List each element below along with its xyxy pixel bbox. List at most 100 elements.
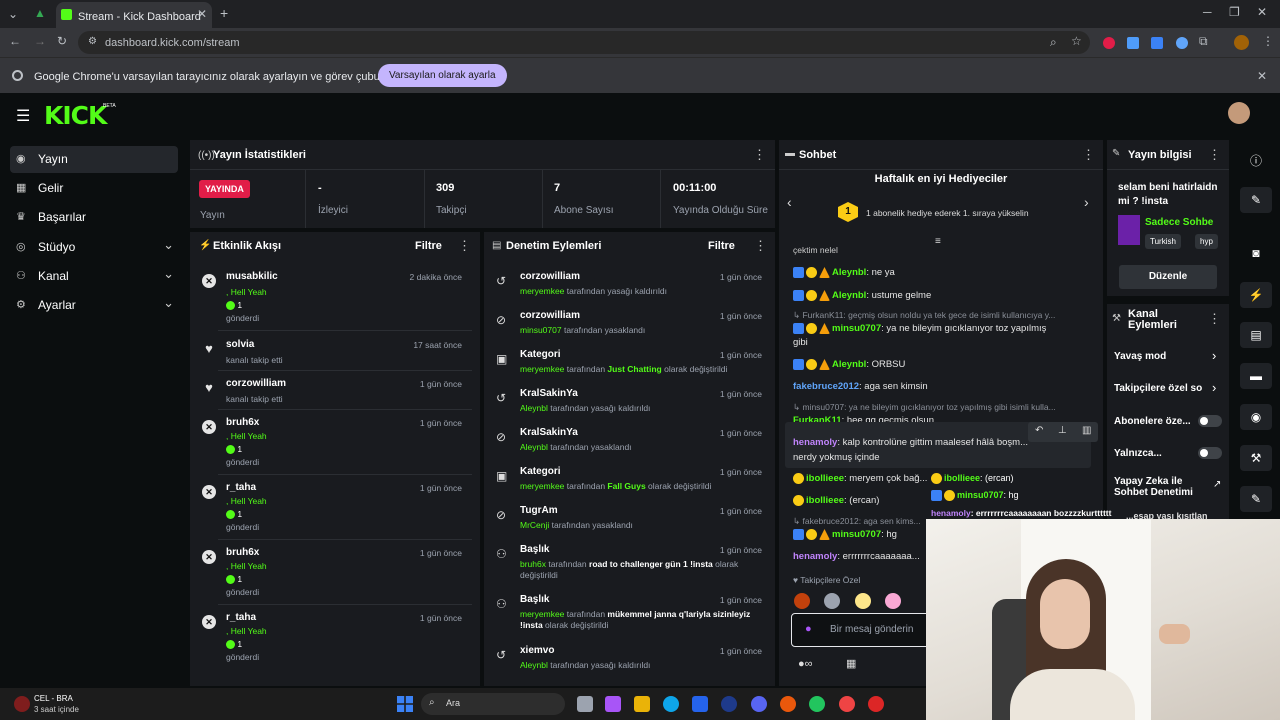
windows-start-icon[interactable] — [397, 696, 413, 712]
chat-username[interactable]: ibollieee — [806, 473, 844, 484]
row-username[interactable]: r_taha — [226, 482, 256, 493]
reload-icon[interactable]: ↻ — [57, 34, 67, 48]
broadcast-icon[interactable]: ◉ — [1240, 404, 1272, 430]
taskbar-search[interactable]: ⌕ Ara — [421, 693, 565, 715]
sidebar-item-kanal[interactable]: ⚇ Kanal ⌄ — [10, 263, 178, 290]
file-explorer-icon[interactable] — [634, 696, 650, 712]
more-options-icon[interactable]: ⋮ — [754, 238, 767, 254]
zoom-icon[interactable]: ⌕ — [1050, 35, 1057, 50]
maximize-icon[interactable]: ❐ — [1229, 5, 1240, 19]
filter-button[interactable]: Filtre — [415, 240, 442, 252]
row-target[interactable]: Başlık — [520, 594, 549, 605]
chevron-right-icon[interactable]: › — [1212, 348, 1216, 363]
minimize-icon[interactable]: ─ — [1203, 5, 1212, 19]
action-label[interactable]: Takipçilere özel so — [1114, 383, 1206, 394]
extension-icon[interactable] — [1151, 37, 1163, 49]
actor[interactable]: Aleynbl — [520, 403, 548, 413]
settings-icon[interactable]: ●∞ — [798, 658, 813, 670]
action-label[interactable]: Yavaş mod — [1114, 351, 1166, 362]
edit-icon[interactable]: ✎ — [1240, 187, 1272, 213]
extension-icon[interactable] — [1103, 37, 1115, 49]
store-icon[interactable] — [692, 696, 708, 712]
actor[interactable]: meryemkee — [520, 481, 564, 491]
more-options-icon[interactable]: ⋮ — [458, 238, 471, 254]
url-field[interactable]: ⚙ dashboard.kick.com/stream ⌕ ☆ — [78, 31, 1090, 54]
sidebar-item-gelir[interactable]: ▦ Gelir — [10, 175, 178, 202]
row-target[interactable]: corzowilliam — [520, 271, 580, 282]
hamburger-menu-icon[interactable]: ☰ — [16, 106, 30, 126]
chat-username[interactable]: Aleynbl — [832, 359, 866, 370]
extensions-puzzle-icon[interactable]: ⧉ — [1199, 34, 1208, 49]
chat-username[interactable]: Aleynbl — [832, 290, 866, 301]
row-target[interactable]: corzowilliam — [520, 310, 580, 321]
more-options-icon[interactable]: ⋮ — [1082, 147, 1095, 163]
row-target[interactable]: Kategori — [520, 466, 561, 477]
actor[interactable]: meryemkee — [520, 364, 564, 374]
emote-icon[interactable] — [824, 593, 840, 609]
chat-username[interactable]: minsu0707 — [832, 529, 881, 540]
tab-search-icon[interactable]: ⌄ — [8, 7, 18, 21]
weather-line1[interactable]: CEL - BRA — [34, 694, 73, 703]
steam-icon[interactable] — [721, 696, 737, 712]
set-default-button[interactable]: Varsayılan olarak ayarla — [378, 64, 507, 87]
row-target[interactable]: KralSakinYa — [520, 427, 578, 438]
actor[interactable]: meryemkee — [520, 609, 564, 619]
store-icon[interactable]: ▦ — [846, 657, 856, 670]
sidebar-item-yayin[interactable]: ◉ Yayın — [10, 146, 178, 173]
chevron-right-icon[interactable]: › — [1212, 380, 1216, 395]
actor[interactable]: bruh6x — [520, 559, 546, 569]
actor[interactable]: minsu0707 — [520, 325, 562, 335]
user-avatar[interactable] — [1228, 102, 1250, 124]
copilot-icon[interactable] — [605, 696, 621, 712]
actor[interactable]: Aleynbl — [520, 442, 548, 452]
bolt-icon[interactable]: ⚡ — [1240, 282, 1272, 308]
pin-icon[interactable]: ⊥ — [1058, 425, 1067, 436]
bookmark-star-icon[interactable]: ☆ — [1071, 34, 1082, 48]
row-target[interactable]: Başlık — [520, 544, 549, 555]
more-options-icon[interactable]: ⋮ — [1208, 311, 1221, 327]
list-icon[interactable]: ▤ — [1240, 322, 1272, 348]
sidebar-item-ayarlar[interactable]: ⚙ Ayarlar ⌄ — [10, 292, 178, 319]
chat-username[interactable]: ibollieee — [806, 495, 844, 506]
chrome-icon[interactable] — [839, 696, 855, 712]
discord-icon[interactable] — [751, 696, 767, 712]
mic-icon[interactable]: ● — [805, 623, 812, 635]
browser-menu-icon[interactable]: ⋮ — [1262, 34, 1274, 48]
actor[interactable]: MrCenji — [520, 520, 549, 530]
delete-icon[interactable]: ▥ — [1082, 425, 1091, 436]
sidebar-item-studyo[interactable]: ◎ Stüdyo ⌄ — [10, 234, 178, 261]
extension-icon[interactable] — [1176, 37, 1188, 49]
row-username[interactable]: musabkilic — [226, 271, 278, 282]
external-link-icon[interactable]: ↗ — [1213, 479, 1221, 490]
chevron-down-icon[interactable]: ⌄ — [163, 237, 174, 253]
app-icon[interactable] — [780, 696, 796, 712]
extension-icon[interactable] — [1127, 37, 1139, 49]
new-tab-icon[interactable]: + — [220, 5, 228, 21]
row-username[interactable]: solvia — [226, 339, 254, 350]
camera-icon[interactable]: ◙ — [1240, 240, 1272, 266]
close-window-icon[interactable]: ✕ — [1257, 5, 1267, 19]
category-name[interactable]: Sadece Sohbe — [1145, 217, 1213, 228]
back-icon[interactable]: ← — [9, 34, 21, 48]
row-username[interactable]: bruh6x — [226, 417, 259, 428]
toggle-switch[interactable] — [1198, 447, 1222, 459]
more-options-icon[interactable]: ⋮ — [1208, 147, 1221, 163]
row-target[interactable]: TugrAm — [520, 505, 558, 516]
chat-username[interactable]: minsu0707 — [832, 323, 881, 334]
task-view-icon[interactable] — [577, 696, 593, 712]
chat-username[interactable]: henamoly — [793, 437, 837, 448]
chevron-left-icon[interactable]: ‹ — [787, 194, 792, 210]
row-target[interactable]: Kategori — [520, 349, 561, 360]
actor[interactable]: Aleynbl — [520, 660, 548, 670]
row-username[interactable]: r_taha — [226, 612, 256, 623]
more-options-icon[interactable]: ⋮ — [753, 147, 766, 163]
chat-icon[interactable]: ▬ — [1240, 363, 1272, 389]
wrench-icon[interactable]: ✎ — [1240, 486, 1272, 512]
hammer-icon[interactable]: ⚒ — [1240, 445, 1272, 471]
kick-logo[interactable]: KICK — [44, 101, 107, 130]
forward-icon[interactable]: → — [34, 34, 46, 48]
sidebar-item-basarilar[interactable]: ♛ Başarılar — [10, 204, 178, 231]
emote-icon[interactable] — [794, 593, 810, 609]
toggle-switch[interactable] — [1198, 415, 1222, 427]
row-username[interactable]: corzowilliam — [226, 378, 286, 389]
